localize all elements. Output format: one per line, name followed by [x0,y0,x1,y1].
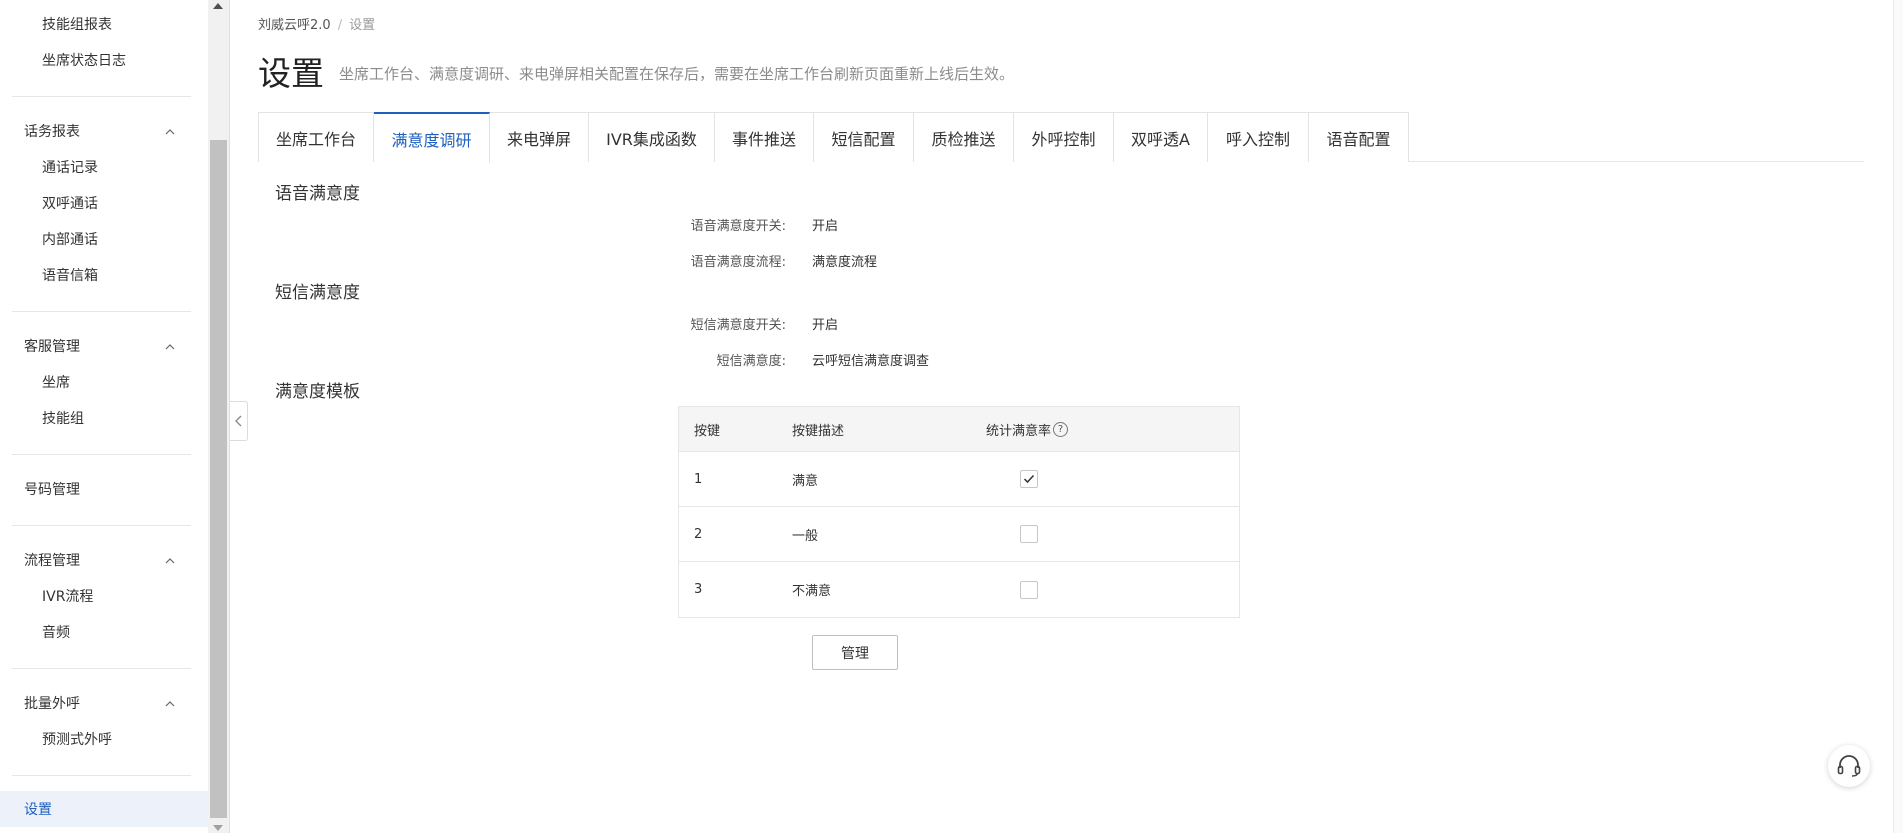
scroll-up-arrow-icon[interactable] [213,3,223,9]
satisfaction-checkbox[interactable] [1020,525,1038,543]
satisfaction-checkbox-checked[interactable] [1020,470,1038,488]
table-row: 1 满意 [679,452,1239,507]
column-header-description: 按键描述 [792,423,845,439]
tab-voice-config[interactable]: 语音配置 [1309,112,1409,162]
sms-template-value: 云呼短信满意度调查 [812,354,930,369]
chevron-up-icon[interactable] [164,555,176,567]
chevron-up-icon[interactable] [164,126,176,138]
headset-icon [1837,755,1861,777]
table-row: 3 不满意 [679,562,1239,617]
scroll-down-arrow-icon[interactable] [213,825,223,831]
chevron-left-icon [234,415,241,427]
table-row: 2 一般 [679,507,1239,562]
breadcrumb-current: 设置 [349,18,376,33]
sidebar-item-agent-status-log[interactable]: 坐席状态日志 [42,51,126,71]
check-icon [1023,474,1035,484]
breadcrumb-root[interactable]: 刘威云呼2.0 [258,18,331,33]
voice-switch-label: 语音满意度开关: [690,219,786,234]
row-description: 不满意 [792,584,832,599]
help-icon[interactable]: ? [1053,421,1069,437]
voice-flow-label: 语音满意度流程: [690,255,786,270]
sms-switch-value: 开启 [812,318,839,333]
tab-ivr-functions[interactable]: IVR集成函数 [589,112,715,162]
tab-satisfaction-survey[interactable]: 满意度调研 [374,112,490,163]
row-checkbox-cell [1020,452,1038,506]
sidebar-collapse-button[interactable] [230,401,248,441]
tab-bar: 坐席工作台 满意度调研 来电弹屏 IVR集成函数 事件推送 短信配置 质检推送 … [258,112,1864,163]
template-table: 按键 按键描述 统计满意率 ? 1 满意 2 一般 3 不满意 [678,406,1240,618]
row-key: 2 [694,526,703,542]
chevron-up-icon[interactable] [164,698,176,710]
sidebar-divider [12,775,191,776]
sidebar-item-internal-calls[interactable]: 内部通话 [42,230,98,250]
tab-outbound-control[interactable]: 外呼控制 [1014,112,1114,162]
sidebar-item-skill-group-report[interactable]: 技能组报表 [42,15,112,35]
tab-sms-config[interactable]: 短信配置 [814,112,914,162]
sidebar-divider [12,525,191,526]
sidebar-item-agents[interactable]: 坐席 [42,373,70,393]
satisfaction-checkbox[interactable] [1020,580,1038,599]
sidebar-item-ivr-flow[interactable]: IVR流程 [42,587,93,607]
breadcrumb: 刘威云呼2.0 / 设置 [258,14,375,33]
sidebar-divider [12,96,191,97]
row-checkbox-cell [1020,562,1038,617]
sidebar-scrollbar[interactable] [208,0,230,833]
column-header-satisfaction-rate-label: 统计满意率 [986,423,1052,439]
sidebar-group-flow-management[interactable]: 流程管理 [24,551,80,571]
page-description: 坐席工作台、满意度调研、来电弹屏相关配置在保存后，需要在坐席工作台刷新页面重新上… [339,65,1015,83]
sidebar-item-predictive-outbound[interactable]: 预测式外呼 [42,730,112,750]
manage-button[interactable]: 管理 [812,635,898,670]
breadcrumb-separator: / [337,18,343,33]
voice-flow-value: 满意度流程 [812,255,878,270]
sidebar-item-audio[interactable]: 音频 [42,623,70,643]
tab-event-push[interactable]: 事件推送 [715,112,814,162]
table-header: 按键 按键描述 统计满意率 ? [679,407,1239,452]
sidebar-divider [12,668,191,669]
sidebar-item-call-records[interactable]: 通话记录 [42,158,98,178]
sms-switch-label: 短信满意度开关: [690,318,786,333]
sidebar-item-skill-groups[interactable]: 技能组 [42,409,84,429]
sidebar-group-batch-outbound[interactable]: 批量外呼 [24,694,80,714]
column-header-satisfaction-rate: 统计满意率 ? [986,407,1069,451]
customer-support-button[interactable] [1828,745,1870,787]
sidebar-group-call-reports[interactable]: 话务报表 [24,122,80,142]
main-scrollbar[interactable] [1893,0,1903,833]
chevron-up-icon[interactable] [164,341,176,353]
page-title: 设置 [258,54,324,93]
tab-inbound-control[interactable]: 呼入控制 [1208,112,1309,162]
sidebar: 技能组报表 坐席状态日志 话务报表 通话记录 双呼通话 内部通话 语音信箱 客服… [0,0,208,833]
tab-dual-call-a[interactable]: 双呼透A [1114,112,1208,162]
sidebar-group-number-management[interactable]: 号码管理 [24,480,80,500]
sms-template-label: 短信满意度: [716,354,786,369]
tab-agent-workbench[interactable]: 坐席工作台 [258,112,374,162]
sidebar-group-service-management[interactable]: 客服管理 [24,337,80,357]
voice-satisfaction-title: 语音满意度 [275,184,360,204]
template-title: 满意度模板 [275,382,360,402]
row-checkbox-cell [1020,507,1038,561]
sidebar-item-voicemail[interactable]: 语音信箱 [42,266,98,286]
sidebar-divider [12,454,191,455]
scrollbar-thumb[interactable] [210,140,227,818]
row-description: 满意 [792,473,819,489]
tab-incoming-popup[interactable]: 来电弹屏 [490,112,589,162]
row-key: 3 [694,582,703,597]
sidebar-item-dual-calls[interactable]: 双呼通话 [42,194,98,214]
app-root: 技能组报表 坐席状态日志 话务报表 通话记录 双呼通话 内部通话 语音信箱 客服… [0,0,1903,833]
row-description: 一般 [792,528,819,544]
sidebar-item-settings[interactable]: 设置 [24,800,52,820]
row-key: 1 [694,471,703,487]
column-header-key: 按键 [694,423,721,439]
sms-satisfaction-title: 短信满意度 [275,283,360,303]
sidebar-divider [12,311,191,312]
tab-qc-push[interactable]: 质检推送 [914,112,1014,162]
voice-switch-value: 开启 [812,219,839,234]
